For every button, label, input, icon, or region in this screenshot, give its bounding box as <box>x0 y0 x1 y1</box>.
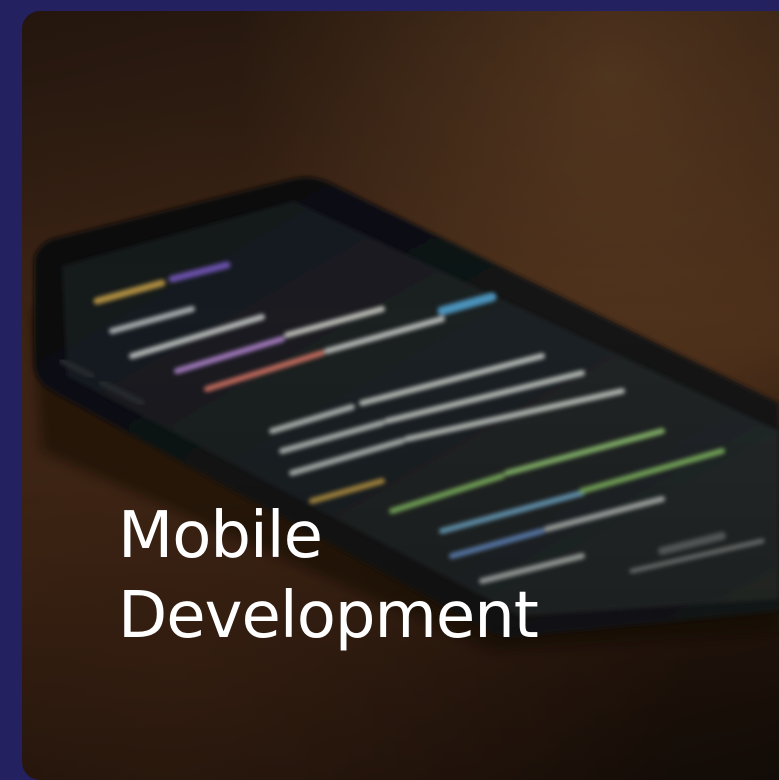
category-card-mobile-development[interactable]: Mobile Development <box>22 11 779 780</box>
page-background: Mobile Development <box>0 0 779 780</box>
card-title: Mobile Development <box>118 496 738 656</box>
card-title-line-1: Mobile <box>118 499 323 573</box>
image-overlay <box>22 11 779 780</box>
card-title-line-2: Development <box>118 579 539 653</box>
